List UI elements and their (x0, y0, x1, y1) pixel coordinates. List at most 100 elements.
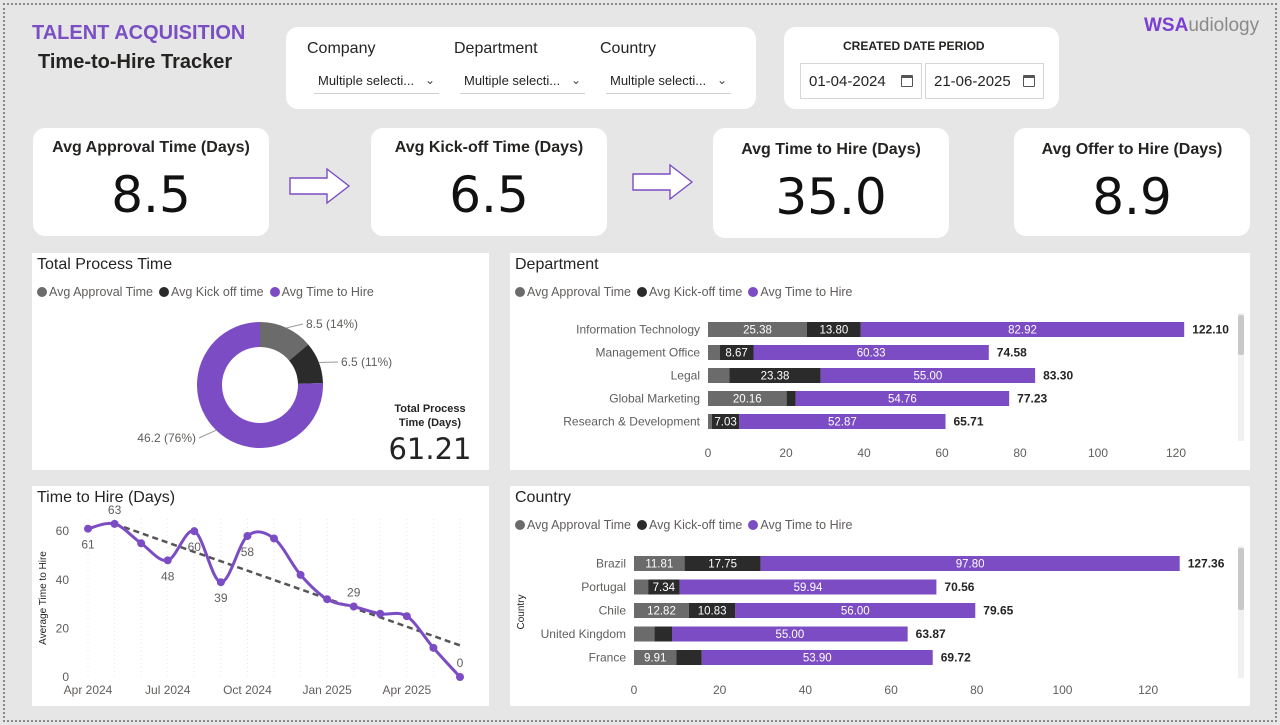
calendar-icon[interactable] (901, 75, 913, 87)
y-axis-title: Average Time to Hire (38, 551, 49, 645)
country-filter-label: Country (600, 40, 657, 57)
x-tick-label: 120 (1138, 683, 1158, 697)
x-tick-label: 60 (935, 446, 949, 460)
x-tick-label: 80 (970, 683, 984, 697)
series-line (87, 521, 462, 679)
company-filter-value: Multiple selecti... (318, 73, 415, 88)
total-process-value: 61.21 (388, 432, 472, 466)
x-tick-label: Jul 2024 (145, 683, 191, 697)
kpi-card-time-to-hire: Avg Time to Hire (Days) 35.0 (713, 128, 949, 238)
total-process-panel: Total Process Time Avg Approval Time Avg… (32, 253, 489, 470)
data-point (163, 556, 172, 565)
data-point (243, 532, 252, 541)
total-label: 63.87 (916, 627, 946, 641)
segment-label: 59.94 (794, 582, 823, 594)
department-filter-dropdown[interactable]: Multiple selecti... ⌄ (460, 68, 585, 94)
filters-card: Company Multiple selecti... ⌄ Department… (286, 27, 756, 109)
total-label: 70.56 (944, 580, 974, 594)
leader-line (318, 361, 339, 364)
data-point (376, 609, 385, 618)
data-point (402, 612, 411, 621)
time-to-hire-panel: Time to Hire (Days) 0 20 40 60 Apr 2024 Jul 2… (32, 486, 489, 706)
start-date-input[interactable]: 01-04-2024 (800, 63, 922, 99)
kpi-card-kickoff: Avg Kick-off Time (Days) 6.5 (371, 128, 607, 236)
leader-line (286, 323, 304, 329)
segment-label: 12.82 (647, 606, 676, 618)
total-label: 69.72 (941, 651, 971, 665)
kpi-label: Avg Time to Hire (Days) (741, 141, 921, 158)
bar-segment (708, 414, 712, 429)
department-bar-chart: 0 20 40 60 80 100 120 Information Technology 25.… (563, 322, 1229, 460)
segment-label: 7.34 (653, 582, 676, 594)
calendar-icon[interactable] (1023, 75, 1035, 87)
category-label: Research & Development (563, 415, 700, 429)
time-to-hire-line-chart: 0 20 40 60 Apr 2024 Jul 2024 Oct 2024 Jan 2025 A… (38, 503, 464, 697)
data-point (349, 602, 358, 611)
point-label: 0 (457, 656, 464, 670)
company-filter-dropdown[interactable]: Multiple selecti... ⌄ (314, 68, 439, 94)
total-label: 65.71 (954, 415, 984, 429)
point-label: 39 (214, 591, 228, 605)
data-point (456, 673, 464, 681)
x-tick-label: 20 (779, 446, 793, 460)
arrow-right-icon (632, 163, 694, 201)
country-filter-dropdown[interactable]: Multiple selecti... ⌄ (606, 68, 731, 94)
total-label: 122.10 (1192, 323, 1229, 337)
trend-line (114, 522, 461, 647)
kpi-label: Avg Approval Time (Days) (52, 139, 250, 156)
x-tick-label: Apr 2024 (64, 683, 113, 697)
end-date-input[interactable]: 21-06-2025 (925, 63, 1044, 99)
point-label: 29 (347, 586, 361, 600)
point-label: 63 (108, 503, 122, 517)
category-label: Information Technology (576, 323, 700, 337)
segment-label: 60.33 (857, 348, 886, 360)
category-label: Global Marketing (609, 392, 700, 406)
y-axis-title: Country (516, 594, 527, 629)
bar-segment (786, 391, 796, 406)
country-filter-value: Multiple selecti... (610, 73, 707, 88)
kpi-value: 8.5 (111, 166, 191, 224)
chevron-down-icon: ⌄ (716, 73, 727, 87)
segment-label: 53.90 (803, 653, 832, 665)
kpi-value: 8.9 (1092, 168, 1172, 226)
segment-label: 20.16 (733, 394, 762, 406)
leader-line (198, 429, 217, 439)
slice-label: 6.5 (11%) (341, 355, 392, 369)
segment-label: 82.92 (1008, 325, 1037, 337)
segment-label: 25.38 (743, 325, 772, 337)
point-label: 61 (81, 538, 95, 552)
data-point (190, 527, 199, 536)
x-tick-label: 100 (1052, 683, 1072, 697)
y-tick-label: 40 (56, 573, 70, 587)
dashboard-subtitle: Time-to-Hire Tracker (38, 51, 233, 73)
category-label: United Kingdom (541, 627, 626, 641)
company-filter-label: Company (307, 40, 376, 57)
segment-label: 55.00 (913, 371, 942, 383)
x-tick-label: 40 (799, 683, 813, 697)
x-tick-label: Jan 2025 (302, 683, 352, 697)
slice-label: 46.2 (76%) (137, 431, 196, 445)
kpi-card-approval: Avg Approval Time (Days) 8.5 (33, 128, 269, 236)
segment-label: 9.91 (644, 653, 666, 665)
kpi-label: Avg Offer to Hire (Days) (1041, 141, 1223, 158)
department-filter-value: Multiple selecti... (464, 73, 561, 88)
kpi-value: 6.5 (449, 166, 529, 224)
data-point (137, 539, 146, 548)
bar-segment (634, 579, 649, 595)
segment-label: 17.75 (708, 559, 737, 571)
point-label: 60 (188, 540, 202, 554)
data-point (216, 578, 225, 587)
bar-segment (708, 368, 730, 383)
x-tick-label: Apr 2025 (383, 683, 432, 697)
scrollbar[interactable] (1238, 546, 1244, 678)
scrollbar[interactable] (1238, 313, 1244, 441)
segment-label: 8.67 (725, 348, 747, 360)
segment-label: 10.83 (698, 606, 727, 618)
segment-label: 13.80 (820, 325, 849, 337)
point-label: 58 (241, 545, 255, 559)
total-label: 83.30 (1043, 369, 1073, 383)
segment-label: 23.38 (761, 371, 790, 383)
segment-label: 56.00 (841, 606, 870, 618)
total-process-label: Total Process Time (Days) (394, 403, 466, 429)
x-tick-label: 80 (1013, 446, 1027, 460)
